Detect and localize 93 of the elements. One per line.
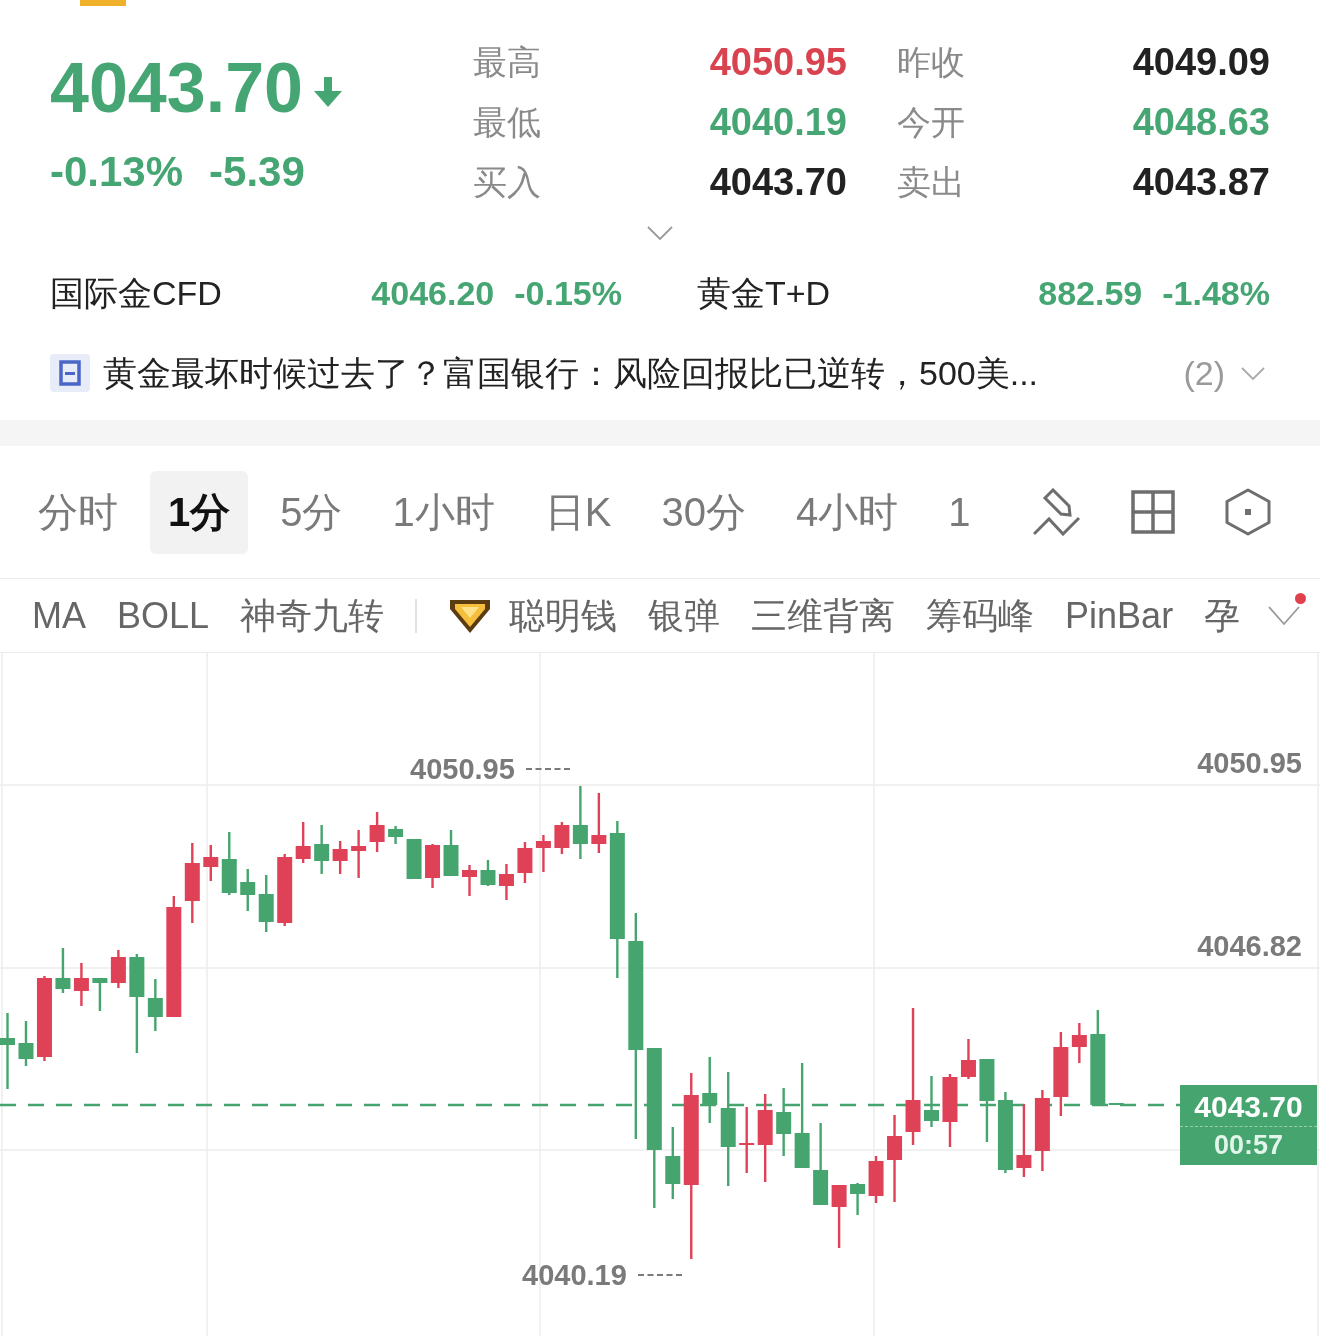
stat-value: 4048.63 <box>1132 100 1270 145</box>
indicator-tab[interactable]: 三维背离 <box>751 592 896 639</box>
news-headline[interactable]: 黄金最坏时候过去了？富国银行：风险回报比已逆转，500美... <box>103 351 1184 395</box>
candlestick <box>868 1156 884 1203</box>
candlestick <box>425 844 441 888</box>
candlestick <box>314 825 330 874</box>
candlestick <box>535 835 551 872</box>
candlestick <box>665 1127 681 1199</box>
period-tab[interactable]: 5分 <box>262 470 361 554</box>
instrument-price: 882.59 <box>1038 273 1143 314</box>
change-amount: -5.39 <box>209 148 305 196</box>
candlestick <box>1108 1103 1124 1105</box>
stat-value: 4043.70 <box>709 160 847 205</box>
candlestick <box>240 869 256 911</box>
hexagon-icon[interactable] <box>1225 488 1271 536</box>
candlestick <box>443 830 459 876</box>
period-tab[interactable]: 1 <box>930 470 989 554</box>
candlestick <box>1071 1023 1087 1063</box>
candlestick <box>55 948 71 993</box>
indicator-tab[interactable]: 神奇九转 <box>240 592 385 639</box>
instrument-change: -0.15% <box>514 273 622 314</box>
chevron-down-icon[interactable] <box>1268 605 1300 626</box>
candlestick <box>147 979 163 1031</box>
candlestick <box>831 1185 847 1248</box>
leader-line <box>525 768 570 770</box>
candlestick <box>462 865 477 896</box>
candlestick <box>332 841 348 874</box>
candlestick <box>480 860 496 886</box>
instrument-name[interactable]: 国际金CFD <box>50 271 222 315</box>
indicator-tab[interactable]: PinBar <box>1065 592 1174 639</box>
document-icon <box>50 354 90 392</box>
stat-value: 4043.87 <box>1132 160 1270 205</box>
current-price-label: 4043.70 <box>1194 1088 1303 1125</box>
stat-value: 4049.09 <box>1132 40 1270 85</box>
candlestick <box>18 1021 34 1066</box>
stat-value: 4050.95 <box>709 40 847 85</box>
candlestick <box>92 978 108 1011</box>
indicator-tab[interactable]: 筹码峰 <box>926 592 1035 639</box>
candlestick <box>498 864 514 900</box>
candlestick <box>776 1088 792 1156</box>
instrument-price: 4046.20 <box>371 273 495 314</box>
candlestick <box>221 832 237 895</box>
low-price-label: 4040.19 <box>522 1258 627 1293</box>
period-tab[interactable]: 分时 <box>20 470 136 554</box>
candlestick <box>960 1039 976 1079</box>
pencil-icon[interactable] <box>1033 488 1081 536</box>
candlestick <box>203 845 219 881</box>
change-percent: -0.13% <box>50 148 184 196</box>
instrument-name[interactable]: 黄金T+D <box>697 271 831 315</box>
candlestick <box>110 950 126 988</box>
candlestick <box>850 1183 866 1215</box>
axis-price-label: 4050.95 <box>1197 746 1302 781</box>
indicator-tab[interactable]: MA <box>32 592 86 639</box>
countdown-label: 00:57 <box>1213 1128 1284 1162</box>
candlestick <box>924 1076 939 1127</box>
candlestick <box>554 822 570 854</box>
indicator-tab[interactable]: 聪明钱 <box>448 592 618 639</box>
period-tab[interactable]: 4小时 <box>777 470 917 554</box>
stat-label: 最高 <box>473 42 541 83</box>
candlestick <box>739 1107 755 1173</box>
layout-grid-icon[interactable] <box>1131 490 1175 534</box>
last-price: 4043.70 <box>50 48 304 128</box>
stat-value: 4040.19 <box>709 100 847 145</box>
candlestick <box>388 826 404 844</box>
high-price-label: 4050.95 <box>410 752 515 787</box>
stat-label: 买入 <box>473 162 541 203</box>
leader-line <box>637 1274 682 1276</box>
candlestick <box>702 1057 718 1123</box>
period-tab[interactable]: 1分 <box>150 470 249 554</box>
instrument-change: -1.48% <box>1162 273 1270 314</box>
stat-label: 昨收 <box>897 42 965 83</box>
indicator-tab[interactable]: BOLL <box>117 592 210 639</box>
candlestick <box>258 875 274 932</box>
tab-indicator <box>80 0 126 6</box>
candlestick <box>591 793 607 853</box>
axis-price-label: 4046.82 <box>1197 929 1302 964</box>
news-count: (2) <box>1183 353 1225 394</box>
indicator-tab[interactable]: 银弹 <box>648 592 721 639</box>
candlestick <box>277 854 293 926</box>
candlestick <box>73 963 89 1006</box>
candlestick <box>369 812 385 852</box>
candlestick <box>295 822 311 863</box>
period-tab[interactable]: 30分 <box>643 470 764 554</box>
stat-label: 最低 <box>473 102 541 143</box>
stat-label: 今开 <box>897 102 965 143</box>
candlestick <box>406 839 422 879</box>
period-tab[interactable]: 1小时 <box>374 470 513 554</box>
candlestick <box>517 842 533 883</box>
indicator-tab[interactable]: 孕 <box>1204 592 1241 639</box>
period-tab[interactable]: 日K <box>526 470 630 554</box>
stat-label: 卖出 <box>897 162 965 203</box>
chevron-down-icon[interactable] <box>647 226 673 240</box>
candlestick <box>351 830 367 878</box>
